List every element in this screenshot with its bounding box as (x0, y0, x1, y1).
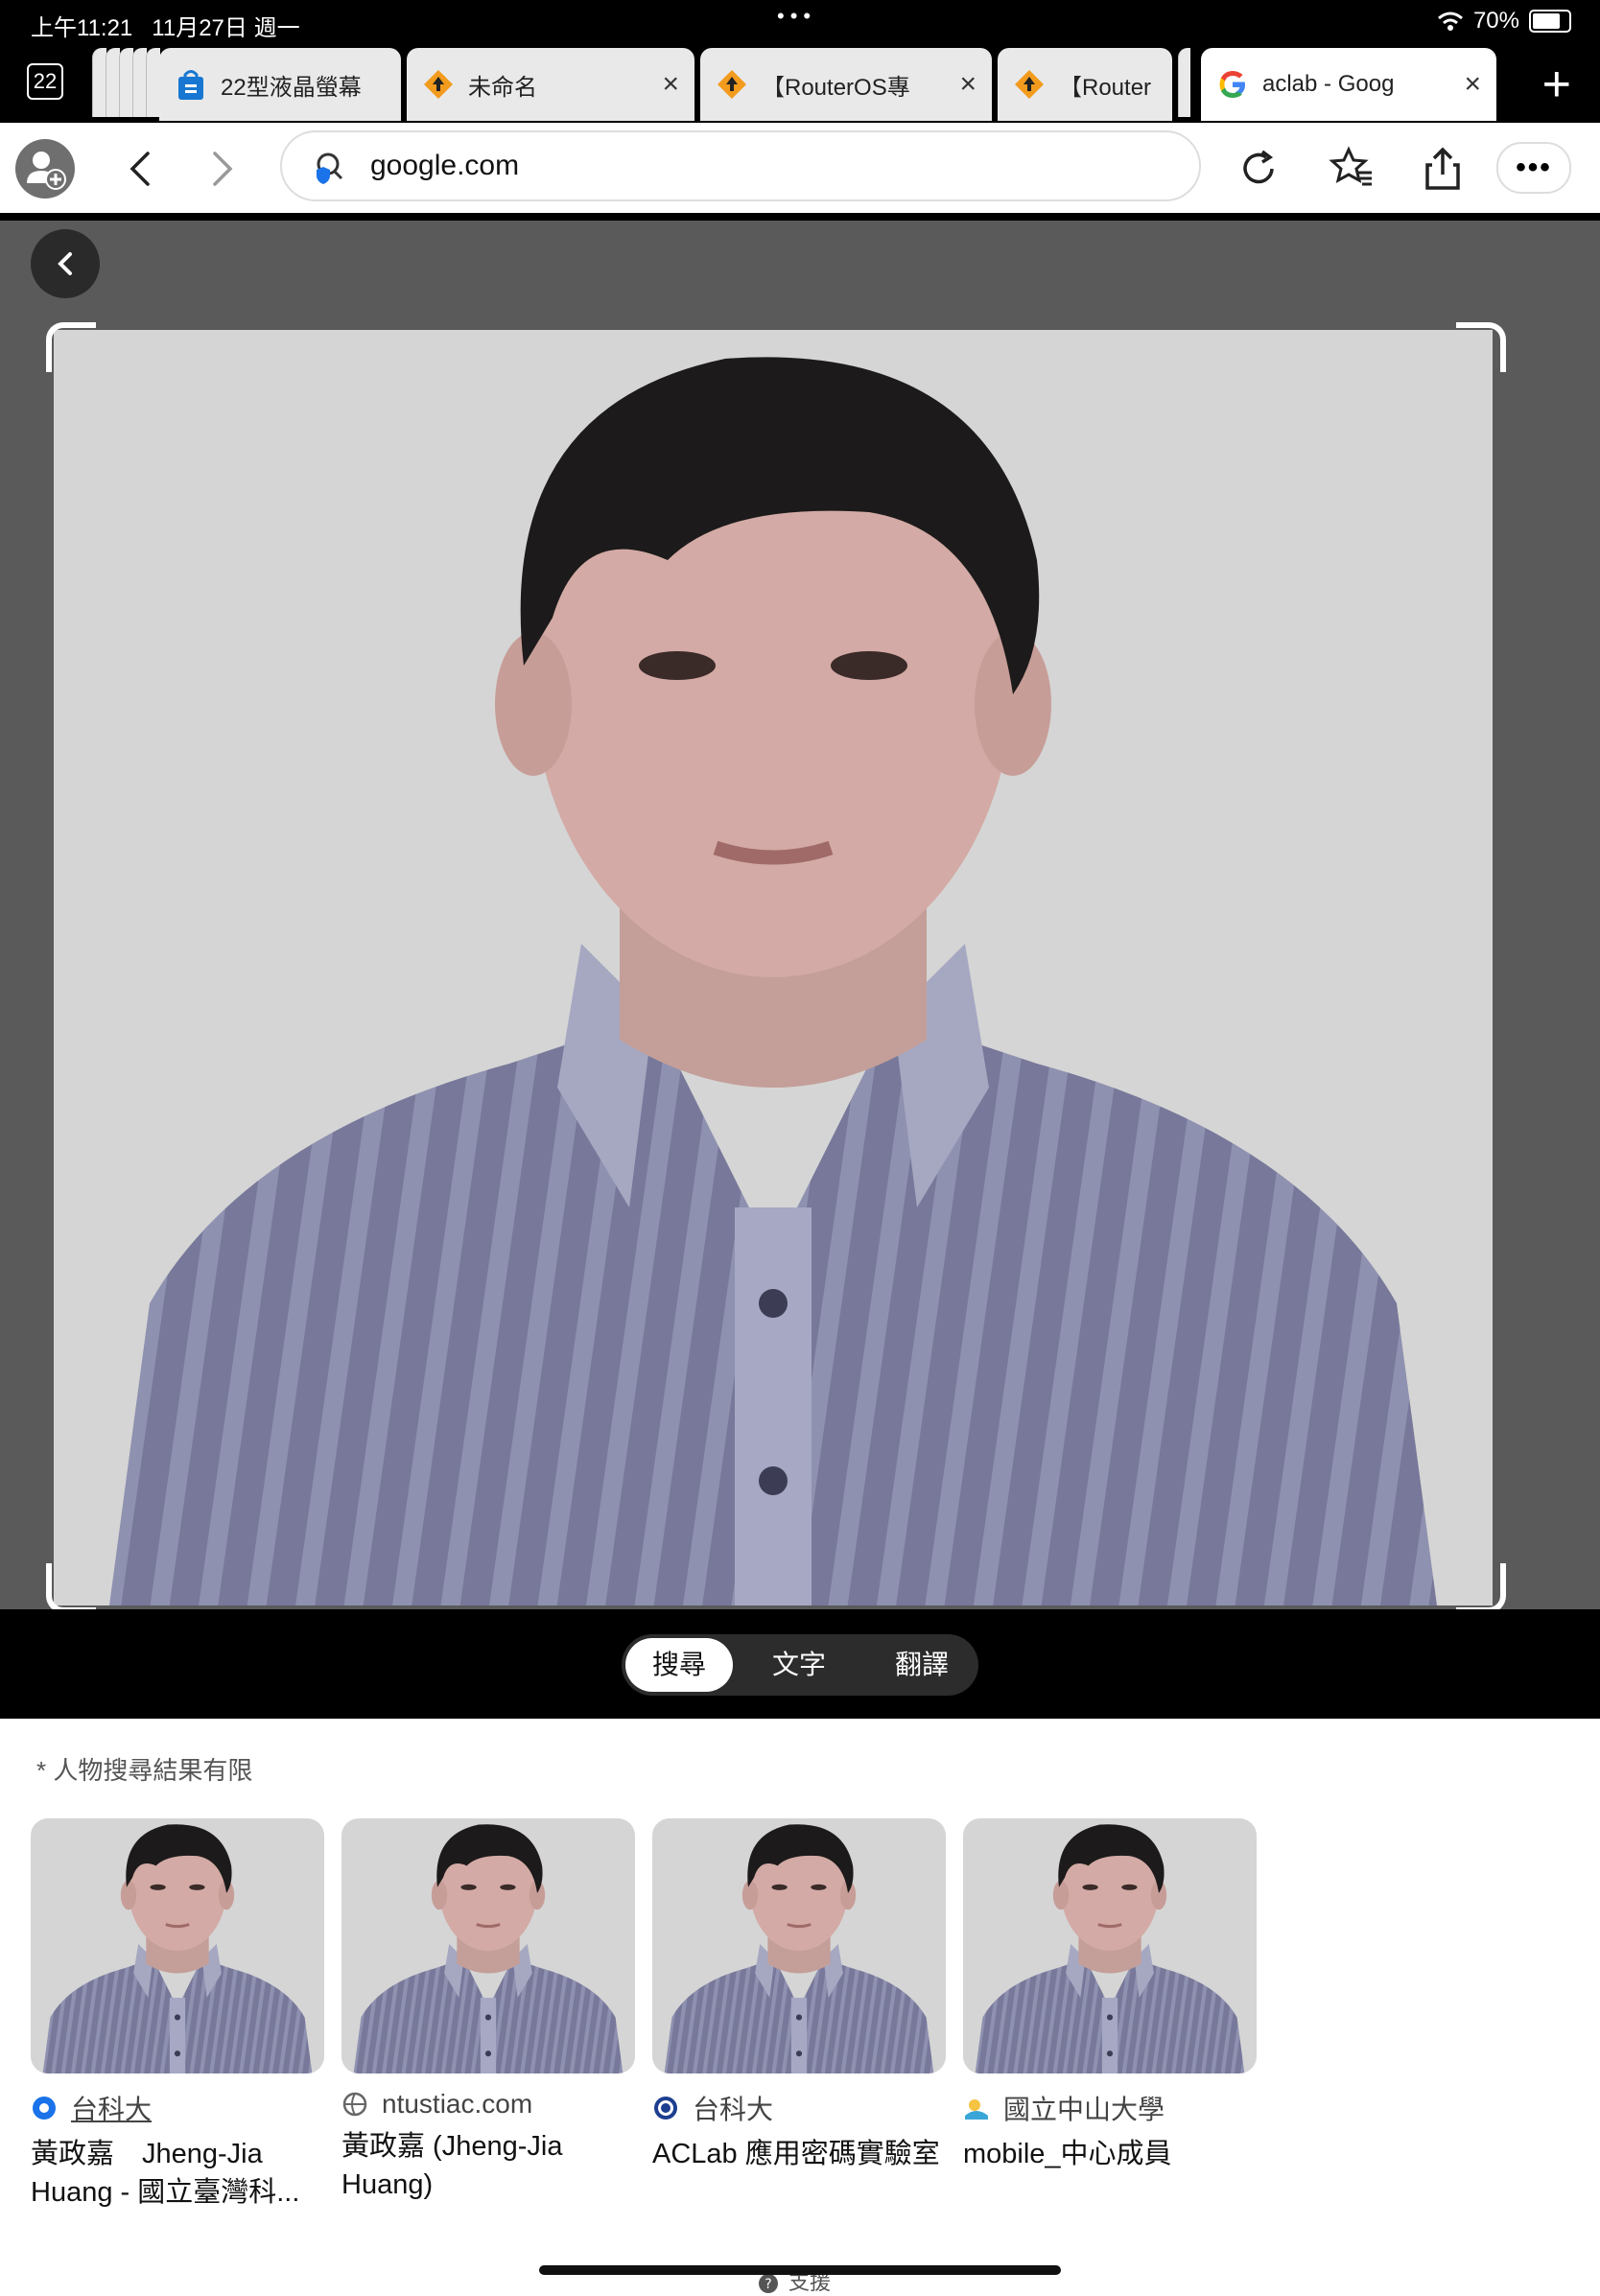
result-thumbnail[interactable] (341, 1818, 635, 2073)
result-title[interactable]: mobile_中心成員 (963, 2135, 1257, 2173)
lock-shield-icon (317, 152, 343, 184)
close-tab-icon[interactable]: × (1464, 68, 1481, 101)
result-card[interactable]: 台科大 ACLab 應用密碼實驗室 (652, 1818, 946, 2173)
tab-untitled[interactable]: 未命名 × (407, 48, 694, 121)
url-text: google.com (370, 150, 520, 181)
reload-icon[interactable] (1234, 144, 1283, 194)
tab-shopping[interactable]: 22型液晶螢幕 (159, 48, 401, 121)
tab-stack-edge[interactable] (1178, 48, 1190, 117)
tab-stack-edge[interactable] (92, 48, 106, 117)
crop-handle-top-right[interactable] (1456, 322, 1506, 372)
mode-text-button[interactable]: 文字 (746, 1634, 852, 1696)
person-portrait (963, 1818, 1257, 2073)
chevron-left-icon (58, 252, 72, 275)
mode-search-button[interactable]: 搜尋 (625, 1638, 733, 1692)
result-source-link[interactable]: 台科大 (71, 2089, 152, 2127)
result-card[interactable]: 台科大 黃政嘉 Jheng-Jia Huang - 國立臺灣科... (31, 1818, 324, 2212)
shopping-bag-icon (178, 70, 203, 100)
viewer-back-button[interactable] (31, 229, 100, 298)
browser-toolbar: google.com ••• (0, 123, 1600, 215)
tab-stack-edge[interactable] (119, 48, 133, 117)
result-source[interactable]: 國立中山大學 (1003, 2089, 1165, 2127)
tab-google-active[interactable]: aclab - Goog × (1201, 48, 1496, 121)
back-chevron-icon[interactable] (127, 142, 153, 207)
mode-translate-button[interactable]: 翻譯 (869, 1634, 975, 1696)
profile-avatar-button[interactable] (15, 139, 75, 199)
selected-photo[interactable] (54, 330, 1493, 1605)
google-icon (1219, 71, 1245, 98)
status-bar: 上午11:21 11月27日 週一 ••• 70% (0, 0, 1600, 44)
more-menu-button[interactable]: ••• (1496, 142, 1571, 194)
result-card[interactable]: 國立中山大學 mobile_中心成員 (963, 1818, 1257, 2173)
battery-icon (1529, 10, 1571, 33)
close-tab-icon[interactable]: × (959, 68, 976, 101)
results-note: * 人物搜尋結果有限 (36, 1756, 253, 1785)
tab-routeros-1[interactable]: 【RouterOS專 × (700, 48, 992, 121)
routeros-icon (424, 70, 453, 99)
person-portrait (54, 330, 1493, 1605)
person-portrait (341, 1818, 635, 2073)
person-portrait (652, 1818, 946, 2073)
forward-chevron-icon[interactable] (209, 142, 236, 207)
tab-label: 未命名 (468, 74, 537, 101)
crop-handle-top-left[interactable] (46, 322, 96, 372)
result-source[interactable]: 台科大 (693, 2089, 773, 2127)
tab-overview-button[interactable]: 22 (27, 63, 63, 100)
close-tab-icon[interactable]: × (662, 68, 679, 101)
routeros-icon (1015, 70, 1044, 99)
tab-stack-edge[interactable] (132, 48, 147, 117)
crop-handle-bottom-right[interactable] (1456, 1563, 1506, 1613)
lens-mode-selector: 搜尋 文字 翻譯 (622, 1634, 978, 1696)
home-indicator[interactable] (539, 2265, 1061, 2275)
multitask-dots-icon[interactable]: ••• (777, 4, 816, 29)
person-add-icon (27, 152, 66, 190)
image-viewer (0, 221, 1600, 1613)
new-tab-plus-icon[interactable]: + (1542, 56, 1571, 113)
result-title[interactable]: ACLab 應用密碼實驗室 (652, 2135, 946, 2173)
result-thumbnail[interactable] (31, 1818, 324, 2073)
tab-label: 22型液晶螢幕 (221, 74, 362, 101)
favorites-star-icon[interactable] (1328, 144, 1377, 194)
globe-icon (342, 2092, 367, 2117)
status-date: 11月27日 週一 (152, 15, 300, 41)
result-card[interactable]: ntustiac.com 黃政嘉 (Jheng-Jia Huang) (341, 1818, 635, 2204)
status-time: 上午11:21 11月27日 週一 (31, 15, 300, 41)
person-portrait (31, 1818, 324, 2073)
tab-label: 【RouterOS專 (762, 74, 910, 101)
routeros-icon (718, 70, 746, 99)
toolbar-divider (0, 213, 1600, 221)
address-bar[interactable]: google.com (280, 130, 1201, 201)
result-thumbnail[interactable] (652, 1818, 946, 2073)
result-source[interactable]: ntustiac.com (382, 2089, 532, 2120)
tab-label: aclab - Goog (1262, 71, 1395, 97)
share-icon[interactable] (1418, 144, 1468, 194)
tab-label: 【Router (1059, 74, 1152, 101)
wifi-icon (1437, 12, 1463, 31)
help-question-icon: ? (759, 2274, 778, 2294)
tab-stack-edge[interactable] (146, 48, 160, 117)
crop-handle-bottom-left[interactable] (46, 1563, 96, 1613)
ntust-logo-icon (654, 2097, 677, 2120)
nsysu-logo-icon (965, 2099, 988, 2120)
lens-mode-bar: 搜尋 文字 翻譯 (0, 1609, 1600, 1719)
ntust-logo-icon (33, 2097, 56, 2120)
result-title[interactable]: 黃政嘉 (Jheng-Jia Huang) (341, 2127, 635, 2204)
result-title[interactable]: 黃政嘉 Jheng-Jia Huang - 國立臺灣科... (31, 2135, 324, 2212)
result-thumbnail[interactable] (963, 1818, 1257, 2073)
battery-percent: 70% (1472, 8, 1519, 34)
tab-strip: 22 22型液晶螢幕 未命名 × 【RouterOS專 × 【Router ac… (0, 44, 1600, 123)
tab-routeros-2[interactable]: 【Router (998, 48, 1172, 121)
tab-stack-edge[interactable] (106, 48, 120, 117)
